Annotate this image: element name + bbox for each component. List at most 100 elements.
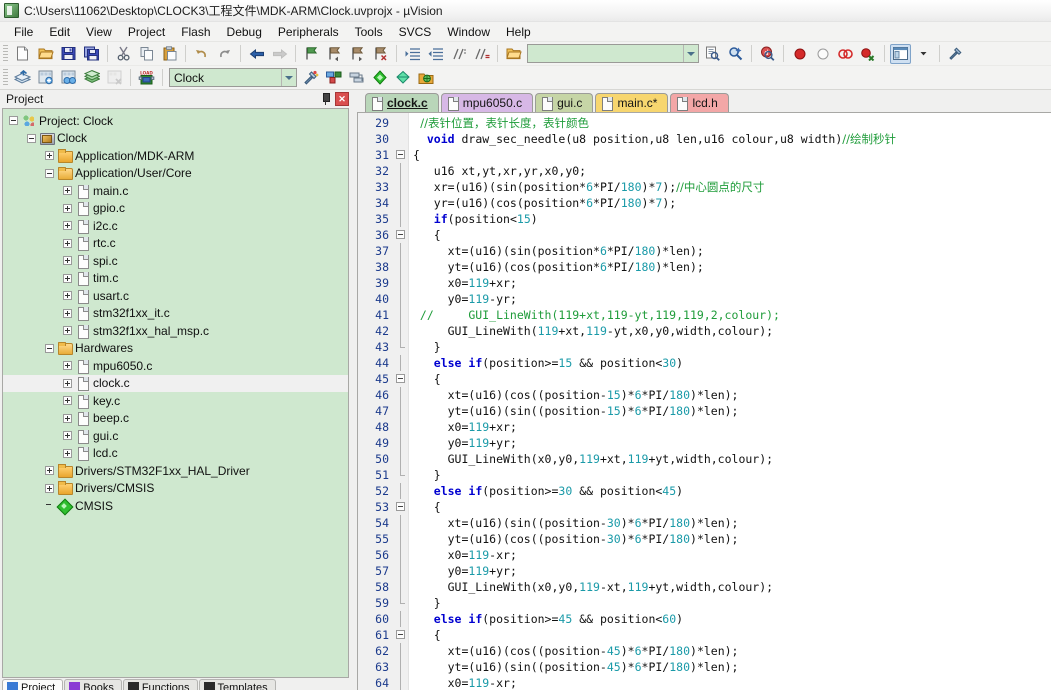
code-line[interactable]: //表针位置，表针长度，表针颜色: [409, 115, 1051, 131]
navigate-forward-icon[interactable]: [269, 44, 290, 64]
collapse-icon[interactable]: [27, 133, 36, 143]
code-line[interactable]: x0=119+xr;: [409, 275, 1051, 291]
code-editor[interactable]: 29 30 31 32 33 34 35 36 37 38 39 40 41 42 43 44 45 46 47 48…: [357, 112, 1051, 690]
batch-build-icon[interactable]: [81, 68, 102, 88]
code-line[interactable]: yr=(u16)(cos(position*6*PI/180)*7);: [409, 195, 1051, 211]
code-line[interactable]: GUI_LineWith(x0,y0,119+xt,119+yt,width,c…: [409, 451, 1051, 467]
translate-icon[interactable]: [12, 68, 33, 88]
tree-item-drivers-stm32f1xx-hal-driver[interactable]: Drivers/STM32F1xx_HAL_Driver: [3, 462, 348, 480]
pin-icon[interactable]: [318, 92, 332, 106]
code-line[interactable]: }: [409, 339, 1051, 355]
code-line[interactable]: y0=119-yr;: [409, 291, 1051, 307]
project-window-icon[interactable]: [415, 68, 436, 88]
expand-icon[interactable]: [63, 431, 72, 441]
code-line[interactable]: xt=(u16)(cos((position-15)*6*PI/180)*len…: [409, 387, 1051, 403]
bookmark-next-icon[interactable]: [347, 44, 368, 64]
build-icon[interactable]: [35, 68, 56, 88]
navigate-back-icon[interactable]: [246, 44, 267, 64]
expand-icon[interactable]: [63, 256, 72, 266]
cut-icon[interactable]: [113, 44, 134, 64]
menu-item-window[interactable]: Window: [439, 23, 498, 41]
tree-item-application-mdk-arm[interactable]: Application/MDK-ARM: [3, 147, 348, 165]
code-line[interactable]: {: [409, 227, 1051, 243]
toolbar-grip[interactable]: [3, 68, 8, 87]
editor-tab-gui-c[interactable]: gui.c: [535, 93, 594, 112]
window-layout-icon[interactable]: [890, 43, 911, 64]
code-line[interactable]: }: [409, 467, 1051, 483]
menu-item-flash[interactable]: Flash: [173, 23, 218, 41]
expand-icon[interactable]: [45, 483, 54, 493]
new-file-icon[interactable]: [12, 44, 33, 64]
expand-icon[interactable]: [63, 378, 72, 388]
bookmark-clear-icon[interactable]: [370, 44, 391, 64]
collapse-icon[interactable]: [45, 343, 54, 353]
code-line[interactable]: xt=(u16)(sin((position-30)*6*PI/180)*len…: [409, 515, 1051, 531]
tree-item-stm32f1xx-hal-msp-c[interactable]: stm32f1xx_hal_msp.c: [3, 322, 348, 340]
panel-tab-functions[interactable]: Functions: [122, 679, 198, 690]
collapse-icon[interactable]: [9, 116, 18, 126]
paste-icon[interactable]: [159, 44, 180, 64]
expand-icon[interactable]: [63, 308, 72, 318]
expand-icon[interactable]: [63, 413, 72, 423]
uncomment-icon[interactable]: [471, 44, 492, 64]
code-line[interactable]: yt=(u16)(sin((position-15)*6*PI/180)*len…: [409, 403, 1051, 419]
collapse-icon[interactable]: [45, 168, 54, 178]
panel-tab-project[interactable]: Project: [2, 679, 64, 690]
breakpoint-insert-icon[interactable]: [789, 44, 810, 64]
code-line[interactable]: {: [409, 499, 1051, 515]
code-fold-column[interactable]: [394, 113, 409, 690]
fold-marker[interactable]: [394, 147, 408, 163]
bookmark-toggle-icon[interactable]: [301, 44, 322, 64]
tree-item-application-user-core[interactable]: Application/User/Core: [3, 165, 348, 183]
breakpoint-disable-icon[interactable]: [812, 44, 833, 64]
code-line[interactable]: if(position<15): [409, 211, 1051, 227]
layout-dropdown-icon[interactable]: [913, 44, 934, 64]
code-line[interactable]: {: [409, 147, 1051, 163]
code-line[interactable]: else if(position>=30 && position<45): [409, 483, 1051, 499]
indent-icon[interactable]: [402, 44, 423, 64]
target-select[interactable]: Clock: [169, 68, 297, 87]
find-in-files-icon[interactable]: [702, 44, 723, 64]
expand-icon[interactable]: [63, 361, 72, 371]
code-line[interactable]: x0=119+xr;: [409, 419, 1051, 435]
fold-marker[interactable]: [394, 499, 408, 515]
multi-project-icon[interactable]: [392, 68, 413, 88]
chevron-down-icon[interactable]: [683, 45, 698, 62]
close-icon[interactable]: ✕: [335, 92, 349, 106]
tree-item-clock[interactable]: Clock: [3, 130, 348, 148]
tree-item-key-c[interactable]: key.c: [3, 392, 348, 410]
menu-item-help[interactable]: Help: [498, 23, 539, 41]
tree-item-beep-c[interactable]: beep.c: [3, 410, 348, 428]
save-all-icon[interactable]: [81, 44, 102, 64]
manage-runtime-env-icon[interactable]: [346, 68, 367, 88]
expand-icon[interactable]: [63, 291, 72, 301]
code-line[interactable]: {: [409, 627, 1051, 643]
tree-item-usart-c[interactable]: usart.c: [3, 287, 348, 305]
tree-item-gpio-c[interactable]: gpio.c: [3, 200, 348, 218]
fold-marker[interactable]: [394, 227, 408, 243]
code-line[interactable]: x0=119-xr;: [409, 547, 1051, 563]
expand-icon[interactable]: [63, 186, 72, 196]
open-file-icon[interactable]: [35, 44, 56, 64]
copy-icon[interactable]: [136, 44, 157, 64]
target-options-icon[interactable]: [300, 68, 321, 88]
redo-icon[interactable]: [214, 44, 235, 64]
tree-item-mpu6050-c[interactable]: mpu6050.c: [3, 357, 348, 375]
tree-item-lcd-c[interactable]: lcd.c: [3, 445, 348, 463]
code-line[interactable]: else if(position>=45 && position<60): [409, 611, 1051, 627]
expand-icon[interactable]: [45, 466, 54, 476]
debug-query-icon[interactable]: d: [757, 44, 778, 64]
expand-icon[interactable]: [63, 396, 72, 406]
menu-item-debug[interactable]: Debug: [219, 23, 270, 41]
expand-icon[interactable]: [63, 273, 72, 283]
code-line[interactable]: // GUI_LineWith(119+xt,119-yt,119,119,2,…: [409, 307, 1051, 323]
code-line[interactable]: y0=119+yr;: [409, 563, 1051, 579]
tree-item-spi-c[interactable]: spi.c: [3, 252, 348, 270]
menu-item-edit[interactable]: Edit: [41, 23, 78, 41]
code-line[interactable]: yt=(u16)(cos(position*6*PI/180)*len);: [409, 259, 1051, 275]
code-line[interactable]: else if(position>=15 && position<30): [409, 355, 1051, 371]
expand-icon[interactable]: [63, 203, 72, 213]
tree-item-stm32f1xx-it-c[interactable]: stm32f1xx_it.c: [3, 305, 348, 323]
menu-item-view[interactable]: View: [78, 23, 120, 41]
code-line[interactable]: xt=(u16)(cos((position-45)*6*PI/180)*len…: [409, 643, 1051, 659]
